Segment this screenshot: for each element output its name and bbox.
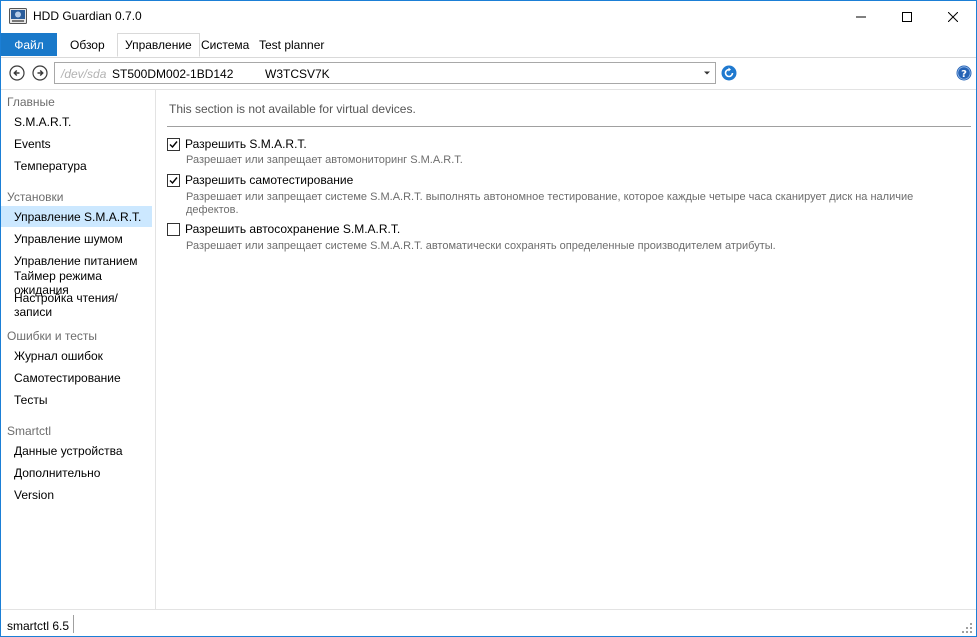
device-dropdown[interactable]: /dev/sda ST500DM002-1BD142 W3TCSV7K	[54, 62, 716, 84]
sidebar-item-tests[interactable]: Тесты	[1, 389, 152, 410]
device-serial: W3TCSV7K	[265, 67, 330, 81]
sidebar-item-version[interactable]: Version	[1, 484, 152, 505]
back-arrow-icon[interactable]	[9, 65, 25, 81]
help-icon[interactable]: ?	[956, 65, 972, 81]
forward-arrow-icon[interactable]	[32, 65, 48, 81]
maximize-icon	[902, 11, 912, 22]
sidebar-item-events[interactable]: Events	[1, 133, 152, 154]
sidebar-item-noise[interactable]: Управление шумом	[1, 228, 152, 249]
minimize-button[interactable]	[838, 1, 884, 32]
chevron-down-icon	[704, 71, 710, 75]
notice-divider	[167, 126, 971, 127]
menu-bar: Файл Обзор Управление Система Test plann…	[1, 32, 976, 57]
status-bar: smartctl 6.5	[1, 609, 976, 636]
enable-autosave-description: Разрешает или запрещает системе S.M.A.R.…	[186, 240, 776, 252]
device-model: ST500DM002-1BD142	[112, 67, 234, 81]
sidebar: Главные S.M.A.R.T. Events Температура Ус…	[1, 90, 156, 609]
sidebar-item-read-write[interactable]: Настройка чтения/записи	[1, 291, 152, 319]
sidebar-item-temperature[interactable]: Температура	[1, 155, 152, 176]
sidebar-group-smartctl: Smartctl	[7, 424, 52, 438]
sidebar-item-smart-management[interactable]: Управление S.M.A.R.T.	[1, 206, 152, 227]
close-icon	[948, 11, 958, 22]
sidebar-item-smart[interactable]: S.M.A.R.T.	[1, 111, 152, 132]
minimize-icon	[856, 16, 866, 17]
device-path: /dev/sda	[61, 67, 107, 81]
enable-self-test-checkbox[interactable]	[167, 173, 180, 187]
main-panel: This section is not available for virtua…	[157, 90, 976, 609]
checkmark-icon	[169, 176, 178, 184]
smartctl-version: smartctl 6.5	[7, 619, 70, 633]
enable-smart-checkbox[interactable]	[167, 137, 180, 151]
sidebar-item-self-test[interactable]: Самотестирование	[1, 367, 152, 388]
tab-management[interactable]: Управление	[117, 33, 200, 57]
title-bar[interactable]: HDD Guardian 0.7.0	[1, 1, 976, 32]
maximize-button[interactable]	[884, 1, 930, 32]
tab-test-planner[interactable]: Test planner	[252, 33, 331, 57]
file-menu-button[interactable]: Файл	[1, 33, 57, 56]
hdd-app-icon	[9, 8, 27, 24]
enable-autosave-checkbox[interactable]	[167, 222, 180, 236]
sidebar-group-main: Главные	[7, 95, 55, 109]
refresh-icon[interactable]	[721, 65, 737, 81]
option-enable-smart[interactable]: Разрешить S.M.A.R.T.	[167, 137, 307, 151]
sidebar-item-error-log[interactable]: Журнал ошибок	[1, 345, 152, 366]
checkmark-icon	[169, 140, 178, 148]
app-window: HDD Guardian 0.7.0 Файл Обзор Управление…	[0, 0, 977, 637]
sidebar-item-device-data[interactable]: Данные устройства	[1, 440, 152, 461]
enable-autosave-label: Разрешить автосохранение S.M.A.R.T.	[185, 222, 401, 236]
resize-grip-icon[interactable]	[961, 622, 973, 634]
window-title: HDD Guardian 0.7.0	[33, 9, 142, 23]
sidebar-group-settings: Установки	[7, 190, 64, 204]
enable-self-test-label: Разрешить самотестирование	[185, 173, 354, 187]
status-separator	[73, 615, 74, 633]
sidebar-group-errors-tests: Ошибки и тесты	[7, 329, 98, 343]
enable-smart-label: Разрешить S.M.A.R.T.	[185, 137, 307, 151]
option-enable-self-test[interactable]: Разрешить самотестирование	[167, 173, 353, 187]
virtual-device-notice: This section is not available for virtua…	[169, 102, 416, 116]
enable-self-test-description: Разрешает или запрещает системе S.M.A.R.…	[186, 191, 914, 216]
option-enable-autosave[interactable]: Разрешить автосохранение S.M.A.R.T.	[167, 222, 400, 236]
close-button[interactable]	[930, 1, 976, 32]
svg-text:?: ?	[961, 69, 967, 80]
tab-system[interactable]: Система	[194, 33, 256, 57]
sidebar-item-advanced[interactable]: Дополнительно	[1, 462, 152, 483]
tab-overview[interactable]: Обзор	[63, 33, 112, 57]
enable-smart-description: Разрешает или запрещает автомониторинг S…	[186, 154, 463, 166]
